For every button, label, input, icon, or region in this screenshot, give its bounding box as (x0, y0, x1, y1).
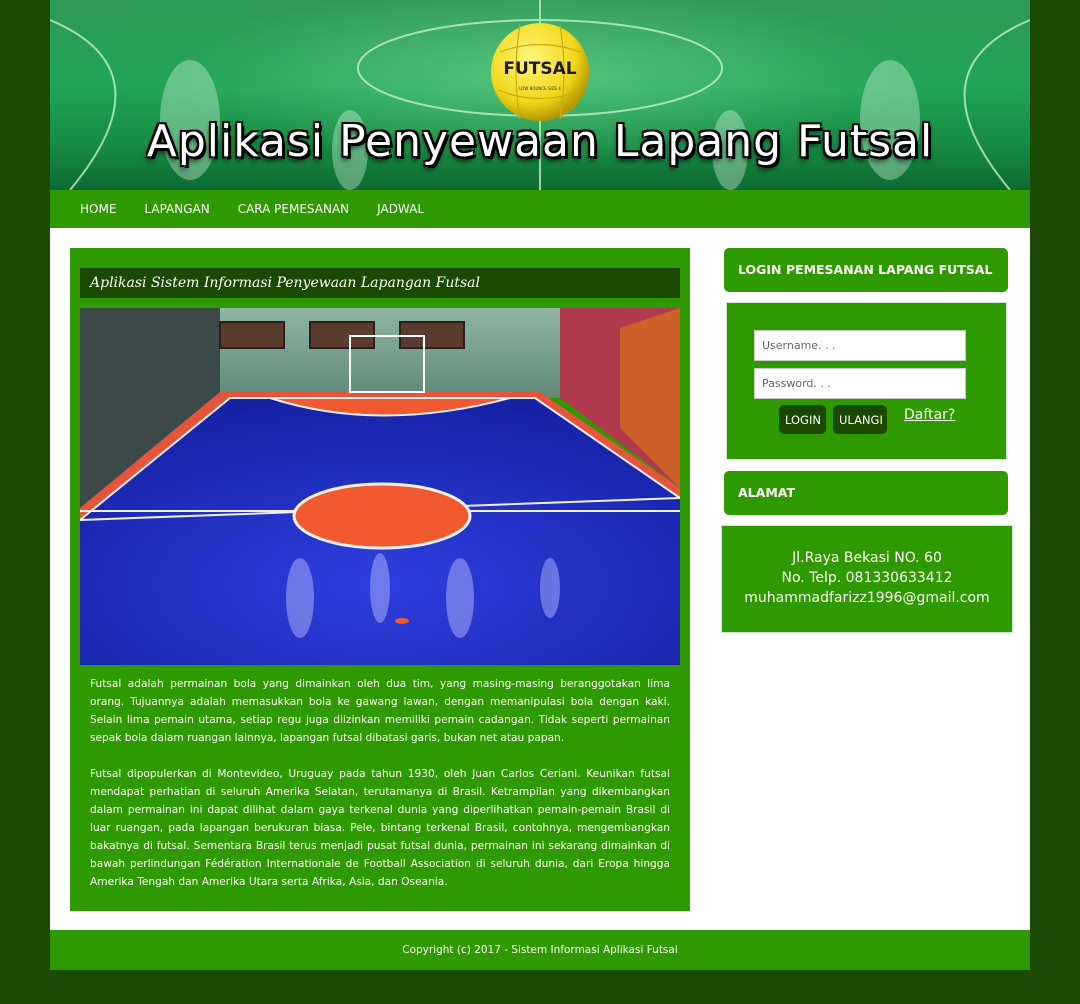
futsal-ball-logo: FUTSAL LOW BOUNCE SIZE 4 (491, 23, 589, 121)
header-banner: FUTSAL LOW BOUNCE SIZE 4 Aplikasi Penyew… (50, 0, 1030, 190)
site-title: Aplikasi Penyewaan Lapang Futsal (146, 116, 934, 167)
ball-logo-text: FUTSAL (503, 59, 576, 79)
login-form: LOGIN ULANGI Daftar? (726, 302, 1007, 460)
address-phone: No. Telp. 081330633412 (781, 570, 953, 586)
content-title: Aplikasi Sistem Informasi Penyewaan Lapa… (80, 268, 680, 298)
page: FUTSAL LOW BOUNCE SIZE 4 Aplikasi Penyew… (50, 0, 1030, 970)
nav-jadwal[interactable]: JADWAL (377, 202, 424, 216)
content-text: Futsal adalah permainan bola yang dimain… (80, 665, 680, 891)
nav-home[interactable]: HOME (80, 202, 116, 216)
address-box: Jl.Raya Bekasi NO. 60 No. Telp. 08133063… (721, 525, 1013, 633)
nav-cara-pemesanan[interactable]: CARA PEMESANAN (238, 202, 349, 216)
futsal-court-image (80, 308, 680, 665)
login-heading: LOGIN PEMESANAN LAPANG FUTSAL (724, 248, 1008, 292)
address-heading: ALAMAT (724, 471, 1008, 515)
reset-button[interactable]: ULANGI (833, 405, 887, 434)
register-link[interactable]: Daftar? (904, 407, 955, 423)
login-button[interactable]: LOGIN (779, 405, 826, 434)
address-email: muhammadfarizz1996@gmail.com (744, 590, 990, 606)
footer: Copyright (c) 2017 - Sistem Informasi Ap… (50, 930, 1030, 970)
content-panel: Aplikasi Sistem Informasi Penyewaan Lapa… (70, 248, 690, 911)
ball-logo-subtext: LOW BOUNCE SIZE 4 (519, 86, 561, 91)
paragraph-intro: Futsal adalah permainan bola yang dimain… (90, 678, 670, 744)
copyright-text: Copyright (c) 2017 - Sistem Informasi Ap… (402, 944, 678, 956)
username-input[interactable] (754, 330, 966, 361)
nav-lapangan[interactable]: LAPANGAN (144, 202, 209, 216)
paragraph-history: Futsal dipopulerkan di Montevideo, Urugu… (90, 768, 670, 888)
address-street: Jl.Raya Bekasi NO. 60 (792, 550, 942, 566)
main-area: Aplikasi Sistem Informasi Penyewaan Lapa… (50, 228, 1030, 930)
password-input[interactable] (754, 368, 966, 399)
main-nav: HOME LAPANGAN CARA PEMESANAN JADWAL (50, 190, 1030, 228)
